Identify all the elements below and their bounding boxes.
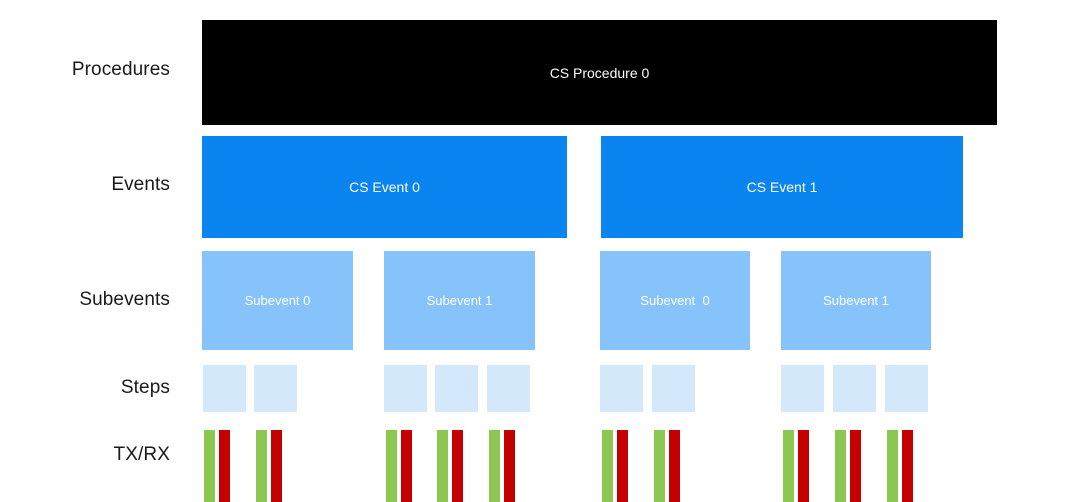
step-block xyxy=(833,365,876,412)
step-block xyxy=(254,365,297,412)
tx-bar xyxy=(835,430,846,502)
subevent-block: Subevent 0 xyxy=(202,251,353,350)
tx-bar xyxy=(386,430,397,502)
step-block xyxy=(203,365,246,412)
step-block xyxy=(781,365,824,412)
step-block xyxy=(600,365,643,412)
tx-bar xyxy=(602,430,613,502)
tx-bar xyxy=(437,430,448,502)
subevent-block: Subevent 1 xyxy=(384,251,535,350)
rx-bar xyxy=(798,430,809,502)
step-block xyxy=(384,365,427,412)
rx-bar xyxy=(271,430,282,502)
rx-bar xyxy=(669,430,680,502)
step-block xyxy=(652,365,695,412)
tx-bar xyxy=(654,430,665,502)
row-label-txrx: TX/RX xyxy=(113,444,170,465)
tx-bar xyxy=(783,430,794,502)
row-label-steps: Steps xyxy=(120,377,170,398)
event-block: CS Event 0 xyxy=(202,136,567,238)
tx-bar xyxy=(204,430,215,502)
tx-bar xyxy=(489,430,500,502)
row-label-events: Events xyxy=(111,174,170,195)
step-block xyxy=(435,365,478,412)
row-label-subevents: Subevents xyxy=(79,289,170,310)
rx-bar xyxy=(452,430,463,502)
step-block xyxy=(487,365,530,412)
event-block: CS Event 1 xyxy=(601,136,963,238)
subevent-block: Subevent 1 xyxy=(781,251,931,350)
rx-bar xyxy=(902,430,913,502)
tx-bar xyxy=(256,430,267,502)
cs-hierarchy-diagram: Procedures Events Subevents Steps TX/RX … xyxy=(0,0,1081,502)
rx-bar xyxy=(401,430,412,502)
row-label-procedures: Procedures xyxy=(71,59,170,80)
subevent-block: Subevent 0 xyxy=(600,251,750,350)
rx-bar xyxy=(617,430,628,502)
rx-bar xyxy=(219,430,230,502)
rx-bar xyxy=(504,430,515,502)
tx-bar xyxy=(887,430,898,502)
rx-bar xyxy=(850,430,861,502)
procedure-block: CS Procedure 0 xyxy=(202,20,997,125)
step-block xyxy=(885,365,928,412)
